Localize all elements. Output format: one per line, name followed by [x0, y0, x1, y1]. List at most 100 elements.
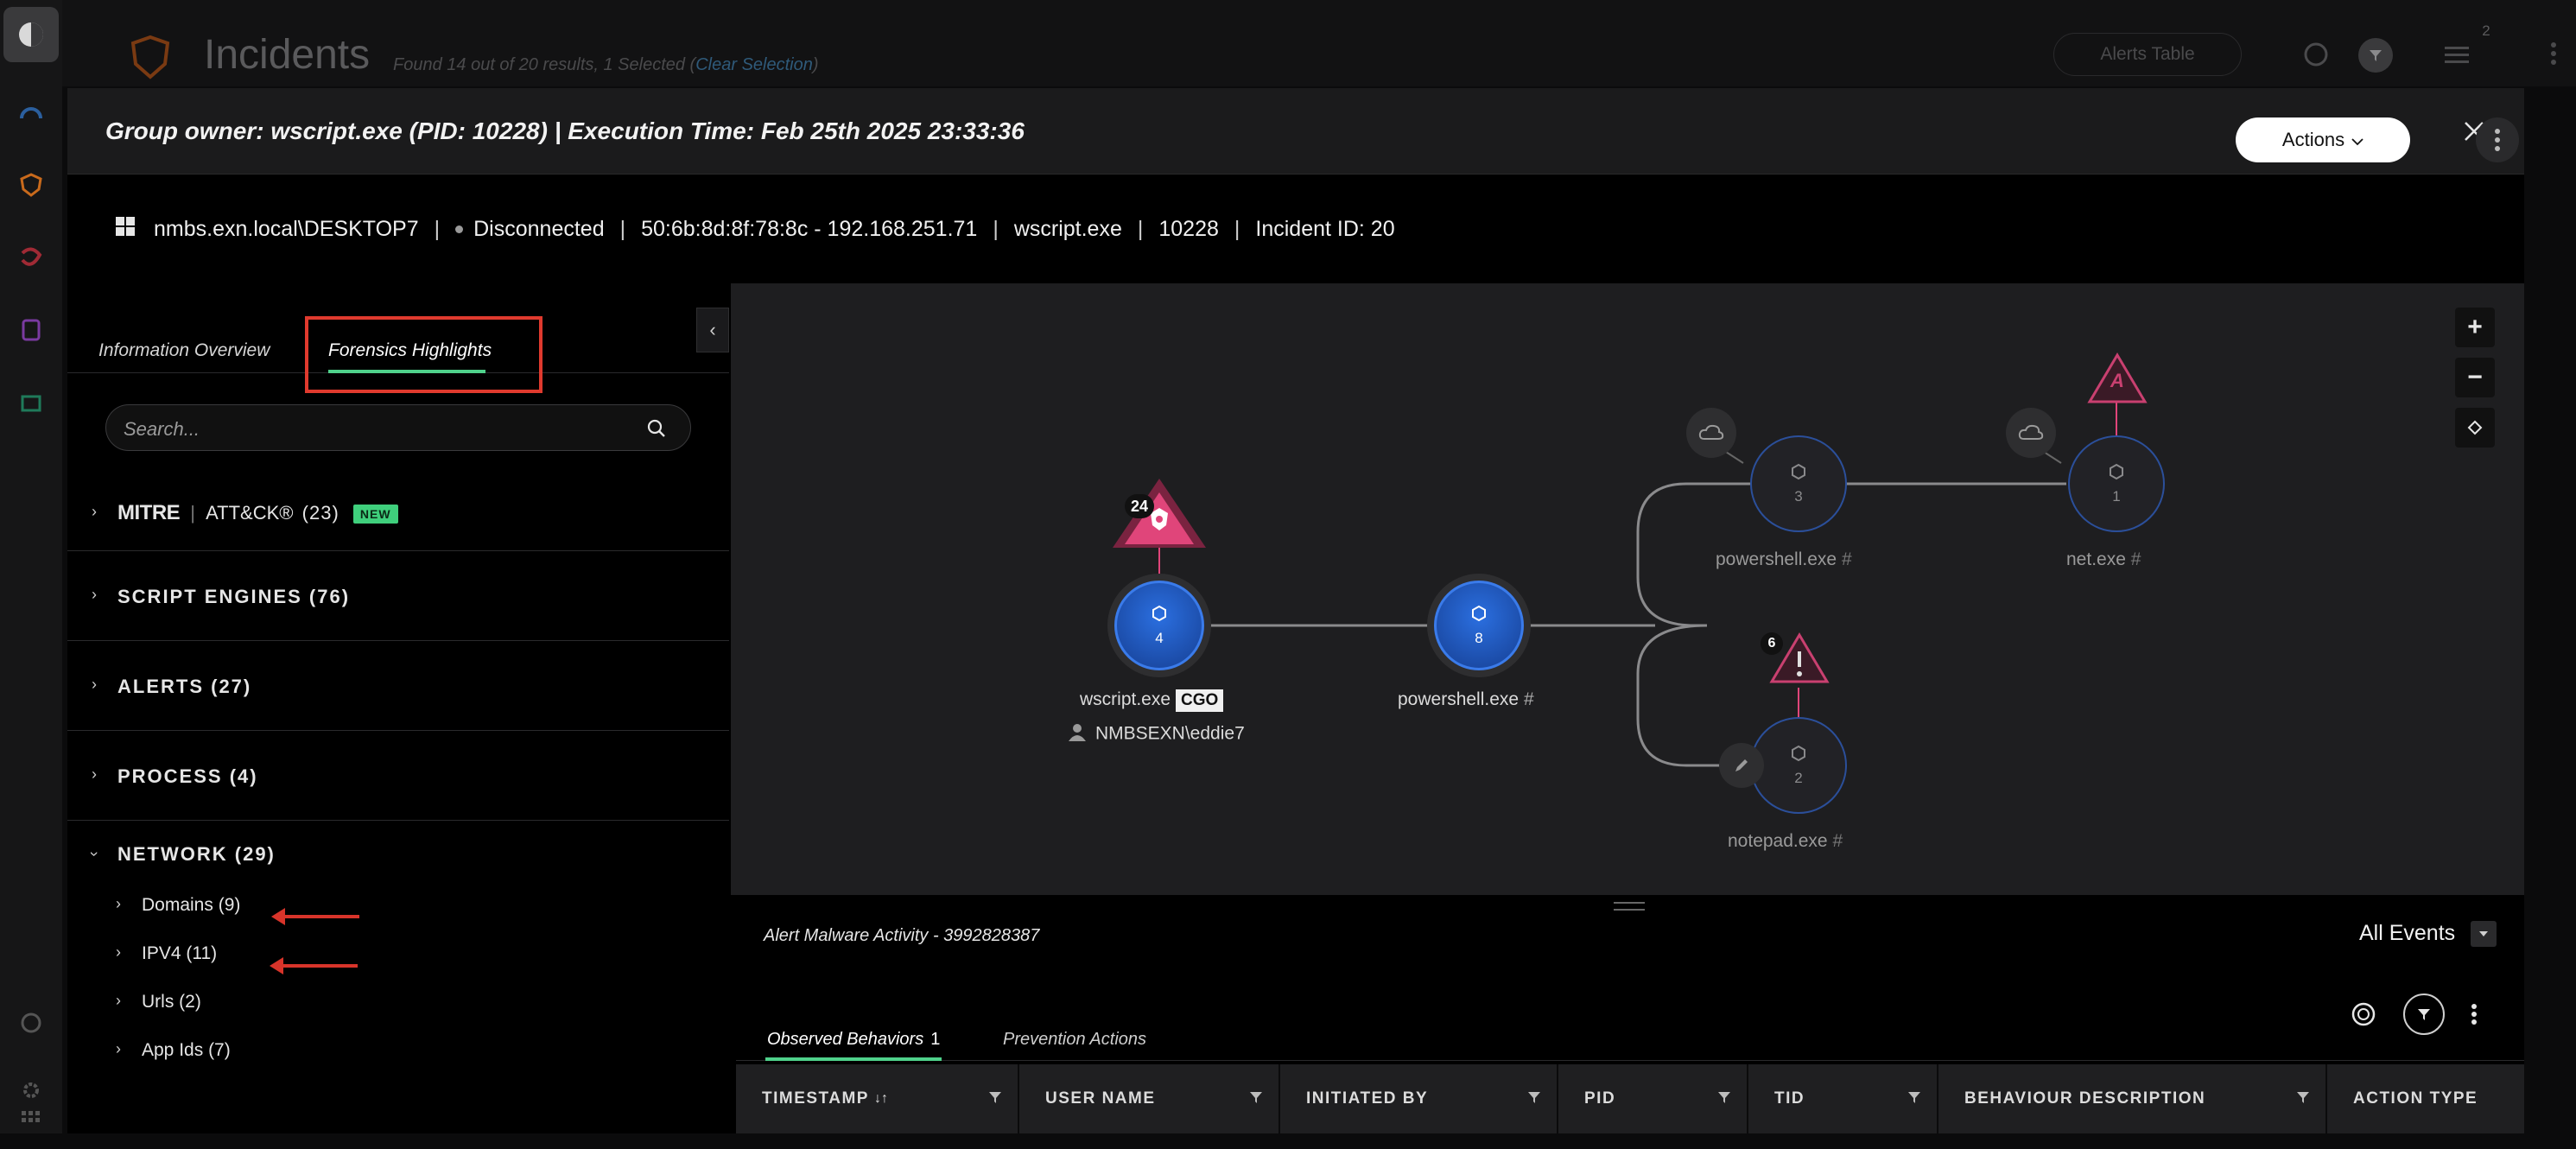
- forensics-sidebar: Information Overview Forensics Highlight…: [67, 283, 729, 1133]
- alert-title: Alert Malware Activity - 3992828387: [764, 926, 1040, 945]
- hash-icon: #: [1832, 831, 1843, 851]
- mac-ip-address: 50:6b:8d:8f:78:8c - 192.168.251.71: [641, 217, 978, 241]
- column-behaviour-description[interactable]: BEHAVIOUR DESCRIPTION: [1938, 1064, 2327, 1133]
- chevron-right-icon: ›: [92, 503, 97, 520]
- annotation-arrow-domains: [271, 908, 359, 925]
- incident-id: Incident ID: 20: [1255, 217, 1395, 241]
- investigation-icon[interactable]: [16, 314, 47, 346]
- host-name: nmbs.exn.local\DESKTOP7: [154, 217, 419, 241]
- network-item-app-ids[interactable]: › App Ids (7): [67, 1026, 729, 1075]
- zoom-in-button[interactable]: +: [2455, 308, 2495, 347]
- incidents-icon[interactable]: [16, 169, 47, 200]
- alert-warning-icon[interactable]: A: [2087, 352, 2148, 404]
- app-sidebar: [0, 0, 62, 1133]
- cloud-icon[interactable]: [2006, 408, 2056, 458]
- section-process[interactable]: › PROCESS (4): [67, 731, 729, 821]
- section-alerts[interactable]: › ALERTS (27): [67, 641, 729, 731]
- apps-grid-icon[interactable]: [16, 1108, 47, 1133]
- more-options-button[interactable]: [2476, 117, 2519, 162]
- process-name: wscript.exe: [1013, 217, 1122, 241]
- modal-title: Group owner: wscript.exe (PID: 10228) | …: [105, 117, 1025, 144]
- column-filter-icon: [1907, 1090, 1921, 1104]
- chevron-right-icon: ›: [92, 765, 97, 783]
- process-pid: 10228: [1158, 217, 1219, 241]
- process-graph[interactable]: 4 24 wscript.exe CGO NMBSEXN\eddie7 8 pow…: [731, 283, 2524, 895]
- section-script-engines[interactable]: › SCRIPT ENGINES (76): [67, 551, 729, 641]
- edit-icon[interactable]: [1719, 743, 1764, 788]
- tab-prevention-actions[interactable]: Prevention Actions: [1003, 1030, 1146, 1050]
- chevron-right-icon: ›: [92, 676, 97, 693]
- process-node-net[interactable]: 1: [2068, 435, 2165, 532]
- clear-selection-link[interactable]: Clear Selection: [695, 55, 813, 74]
- windows-icon: [116, 217, 135, 242]
- settings-icon[interactable]: [16, 1075, 47, 1106]
- node-label-powershell-3: powershell.exe #: [1716, 549, 1852, 569]
- dashboard-icon[interactable]: [16, 97, 47, 128]
- section-mitre[interactable]: › MITRE | ATT&CK® (23) NEW: [67, 475, 729, 551]
- search-icon[interactable]: [647, 419, 666, 438]
- chevron-right-icon: ›: [92, 586, 97, 603]
- notification-count: 2: [2482, 22, 2490, 39]
- graph-edges: [1158, 400, 2117, 767]
- sort-icon: ↓↑: [873, 1091, 888, 1106]
- node-label-net: net.exe #: [2066, 549, 2141, 569]
- node-label-notepad: notepad.exe #: [1728, 831, 1843, 851]
- alert-count-badge: 6: [1761, 632, 1783, 655]
- process-node-notepad[interactable]: 2: [1750, 717, 1847, 814]
- help-icon[interactable]: [16, 1007, 47, 1038]
- alert-triangle-icon[interactable]: [1107, 473, 1211, 557]
- cgo-badge: CGO: [1176, 689, 1224, 712]
- chevron-right-icon: ›: [116, 943, 121, 961]
- attck-label: ATT&CK®: [206, 502, 294, 524]
- column-tid[interactable]: TID: [1748, 1064, 1938, 1133]
- column-timestamp[interactable]: TIMESTAMP ↓↑: [736, 1064, 1019, 1133]
- alerts-table-button[interactable]: Alerts Table: [2053, 33, 2242, 76]
- recenter-button[interactable]: [2455, 408, 2495, 448]
- refresh-icon[interactable]: [2301, 40, 2331, 69]
- resize-handle[interactable]: [1614, 902, 1645, 911]
- modal-header: Group owner: wscript.exe (PID: 10228) | …: [67, 88, 2524, 175]
- results-summary: Found 14 out of 20 results, 1 Selected (…: [393, 55, 819, 74]
- tab-information-overview[interactable]: Information Overview: [98, 340, 270, 361]
- process-node-icon: [1151, 605, 1168, 626]
- process-node-icon: [1790, 463, 1807, 485]
- filter-button[interactable]: [2358, 38, 2393, 73]
- chevron-right-icon: ›: [116, 992, 121, 1009]
- process-node-icon: [1470, 605, 1488, 626]
- page-title: Incidents: [204, 32, 371, 78]
- column-filter-icon: [1527, 1090, 1541, 1104]
- tab-observed-behaviors[interactable]: Observed Behaviors 1: [767, 1030, 940, 1050]
- events-filter-label[interactable]: All Events: [2359, 921, 2455, 946]
- column-filter-icon: [1717, 1090, 1731, 1104]
- section-network[interactable]: › NETWORK (29): [67, 821, 729, 881]
- collapse-panel-button[interactable]: ‹: [696, 308, 729, 352]
- column-user-name[interactable]: USER NAME: [1019, 1064, 1280, 1133]
- threats-icon[interactable]: [16, 242, 47, 273]
- column-initiated-by[interactable]: INITIATED BY: [1280, 1064, 1558, 1133]
- column-filter-icon: [1249, 1090, 1263, 1104]
- zoom-out-button[interactable]: −: [2455, 358, 2495, 397]
- network-item-urls[interactable]: › Urls (2): [67, 978, 729, 1026]
- list-icon[interactable]: [2445, 45, 2469, 70]
- network-item-ipv4[interactable]: › IPV4 (11): [67, 930, 729, 978]
- chevron-down-icon: [2351, 129, 2363, 151]
- process-node-powershell-3[interactable]: 3: [1750, 435, 1847, 532]
- chevron-right-icon: ›: [116, 1040, 121, 1057]
- mitre-count: (23): [301, 502, 339, 524]
- actions-button[interactable]: Actions: [2236, 117, 2410, 162]
- search-placeholder: Search...: [124, 418, 200, 440]
- column-pid[interactable]: PID: [1558, 1064, 1748, 1133]
- column-action-type[interactable]: ACTION TYPE: [2327, 1064, 2524, 1133]
- app-logo[interactable]: [3, 7, 59, 62]
- header-more-icon[interactable]: [2550, 41, 2557, 70]
- hash-icon: #: [2130, 549, 2141, 569]
- chevron-right-icon: ›: [116, 895, 121, 912]
- search-input[interactable]: Search...: [105, 404, 691, 451]
- cloud-icon[interactable]: [1686, 408, 1736, 458]
- network-item-domains[interactable]: › Domains (9): [67, 881, 729, 930]
- process-node-powershell-8[interactable]: 8: [1434, 581, 1524, 670]
- events-filter-dropdown[interactable]: [2471, 921, 2497, 947]
- process-node-wscript[interactable]: 4: [1114, 581, 1204, 670]
- reports-icon[interactable]: [16, 389, 47, 420]
- user-icon: [1068, 724, 1087, 746]
